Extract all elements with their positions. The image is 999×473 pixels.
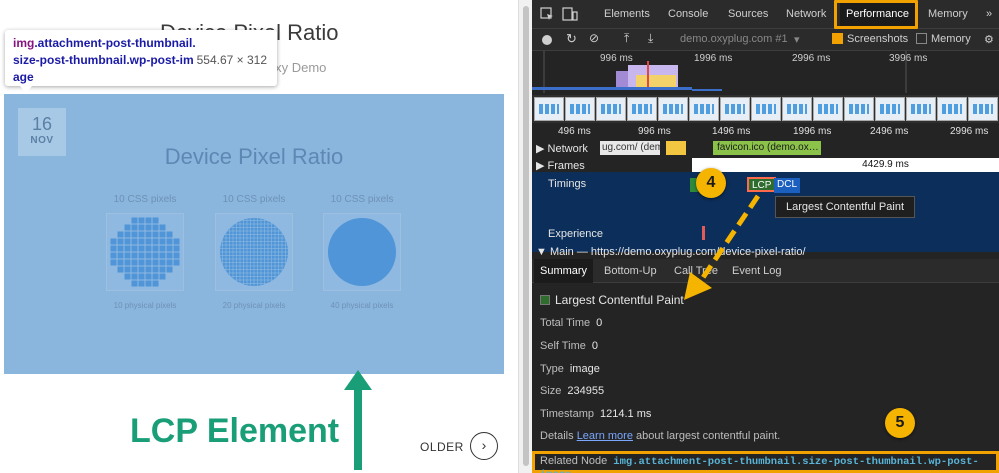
- timings-track[interactable]: Timings LCP DCL: [532, 177, 999, 198]
- page-scrollbar[interactable]: [518, 0, 532, 473]
- pixel-demo-column: 10 CSS pixels 40 physical pixels: [322, 194, 402, 310]
- thumbnail-title: Device Pixel Ratio: [164, 144, 344, 169]
- dcl-badge[interactable]: DCL: [774, 178, 801, 193]
- tab-summary[interactable]: Summary: [534, 259, 594, 283]
- main-track-label: ▼ Main — https://demo.oxyplug.com/device…: [536, 246, 806, 258]
- older-link[interactable]: OLDER: [420, 440, 464, 454]
- record-icon[interactable]: [541, 34, 553, 46]
- network-request-bar[interactable]: [666, 141, 686, 155]
- callout-5: 5: [885, 408, 915, 438]
- tab-memory[interactable]: Memory: [922, 0, 974, 29]
- lcp-badge[interactable]: LCP: [747, 177, 777, 192]
- upload-icon[interactable]: ⤒: [624, 31, 629, 46]
- ruler-tick: 996 ms: [638, 126, 671, 137]
- ruler-tick: 496 ms: [558, 126, 591, 137]
- lcp-element-annotation: LCP Element: [130, 412, 340, 450]
- css-pixels-label: 10 CSS pixels: [222, 194, 286, 205]
- tab-elements[interactable]: Elements: [598, 0, 656, 29]
- frames-track-label: ▶ Frames: [536, 160, 585, 172]
- experience-track-label: Experience: [548, 228, 604, 240]
- self-time-row: Self Time 0: [540, 340, 598, 352]
- inspect-icon[interactable]: [540, 7, 554, 21]
- reload-icon[interactable]: ↻: [566, 31, 577, 47]
- pixel-grid-20: [215, 213, 293, 291]
- timestamp-row: Timestamp 1214.1 ms: [540, 408, 652, 420]
- clear-icon[interactable]: ⊘: [589, 31, 599, 45]
- experience-track[interactable]: Experience: [532, 226, 999, 242]
- post-thumbnail-image[interactable]: 16 NOV Device Pixel Ratio 10 CSS pixels …: [4, 94, 504, 374]
- timings-track-label: Timings: [548, 178, 587, 190]
- frames-track[interactable]: ▶ Frames 4429.9 ms: [532, 157, 999, 173]
- ruler-tick: 1496 ms: [712, 126, 751, 137]
- ruler-tick: 2996 ms: [950, 126, 989, 137]
- callout-4: 4: [696, 168, 726, 198]
- related-node-row: Related Node img.attachment-post-thumbnai…: [532, 451, 999, 473]
- chevron-right-icon[interactable]: ›: [470, 432, 498, 460]
- pixel-demo-column: 10 CSS pixels 10 physical pixels: [105, 194, 185, 310]
- network-track[interactable]: ▶ Network ug.com/ (dem… favicon.ico (dem…: [532, 140, 999, 156]
- learn-more-link[interactable]: Learn more: [577, 430, 633, 442]
- performance-toolbar: ↻ ⊘ ⤒ ⤓ demo.oxyplug.com #1 ▾ Screenshot…: [532, 29, 999, 51]
- device-toggle-icon[interactable]: [562, 7, 578, 21]
- frame-duration[interactable]: 4429.9 ms: [692, 158, 999, 172]
- tab-console[interactable]: Console: [662, 0, 714, 29]
- physical-pixels-label: 10 physical pixels: [113, 301, 177, 310]
- element-inspect-tooltip: img.attachment-post-thumbnail.size-post-…: [5, 30, 277, 86]
- network-request[interactable]: ug.com/ (dem…: [600, 141, 660, 155]
- tab-network[interactable]: Network: [780, 0, 832, 29]
- webpage-viewport: Device Pixel Ratio Oxy Demo 16 NOV Devic…: [0, 0, 518, 473]
- summary-pane: Largest Contentful Paint Total Time 0 Sel…: [532, 284, 999, 473]
- css-pixels-label: 10 CSS pixels: [113, 194, 177, 205]
- time-ruler: 496 ms 996 ms 1496 ms 1996 ms 2496 ms 29…: [532, 124, 999, 140]
- date-day: 16: [31, 114, 53, 134]
- physical-pixels-label: 20 physical pixels: [222, 301, 286, 310]
- timeline-overview[interactable]: 996 ms 1996 ms 2996 ms 3996 ms: [532, 51, 999, 93]
- details-row: Details Learn more about largest content…: [540, 430, 781, 442]
- event-color-swatch: [540, 295, 550, 305]
- double-chevron-icon[interactable]: »: [980, 0, 998, 29]
- main-track[interactable]: ▼ Main — https://demo.oxyplug.com/device…: [532, 246, 999, 259]
- gear-icon[interactable]: ⚙: [984, 33, 994, 46]
- up-arrow-icon: [344, 370, 372, 470]
- screenshot-filmstrip[interactable]: [532, 95, 999, 123]
- download-icon[interactable]: ⤓: [648, 31, 653, 46]
- physical-pixels-label: 40 physical pixels: [330, 301, 394, 310]
- memory-checkbox[interactable]: Memory: [916, 33, 971, 45]
- details-tabbar: Summary Bottom-Up Call Tree Event Log: [532, 259, 999, 283]
- tooltip-selector: img.attachment-post-thumbnail.size-post-…: [13, 36, 196, 84]
- total-time-row: Total Time 0: [540, 317, 603, 329]
- tooltip-dimensions: 554.67 × 312: [196, 53, 267, 67]
- css-pixels-label: 10 CSS pixels: [330, 194, 394, 205]
- size-row: Size 234955: [540, 385, 605, 397]
- pixel-grid-10: [106, 213, 184, 291]
- cpu-activity-graph: [532, 51, 907, 93]
- pixel-demo-column: 10 CSS pixels 20 physical pixels: [214, 194, 294, 310]
- network-request[interactable]: favicon.ico (demo.ox…: [713, 141, 821, 155]
- devtools-panel: Elements Console Sources Network Perform…: [532, 0, 999, 473]
- screenshots-checkbox[interactable]: Screenshots: [832, 33, 908, 45]
- network-track-label: ▶ Network: [536, 143, 588, 155]
- tooltip-arrow: [20, 86, 32, 93]
- pixel-grid-40: [323, 213, 401, 291]
- summary-heading: Largest Contentful Paint: [540, 293, 684, 307]
- recording-select[interactable]: demo.oxyplug.com #1: [680, 33, 788, 45]
- devtools-tabbar: Elements Console Sources Network Perform…: [532, 0, 999, 29]
- performance-tab-highlight: [834, 0, 918, 29]
- type-row: Type image: [540, 363, 600, 375]
- ruler-tick: 2496 ms: [870, 126, 909, 137]
- layout-shift-marker[interactable]: [702, 226, 705, 240]
- tab-call-tree[interactable]: Call Tree: [668, 259, 724, 283]
- tab-bottom-up[interactable]: Bottom-Up: [598, 259, 663, 283]
- tab-event-log[interactable]: Event Log: [726, 259, 788, 283]
- chevron-down-icon[interactable]: ▾: [794, 33, 800, 46]
- tab-sources[interactable]: Sources: [722, 0, 774, 29]
- ruler-tick: 1996 ms: [793, 126, 832, 137]
- lcp-hover-tooltip: Largest Contentful Paint: [775, 196, 915, 218]
